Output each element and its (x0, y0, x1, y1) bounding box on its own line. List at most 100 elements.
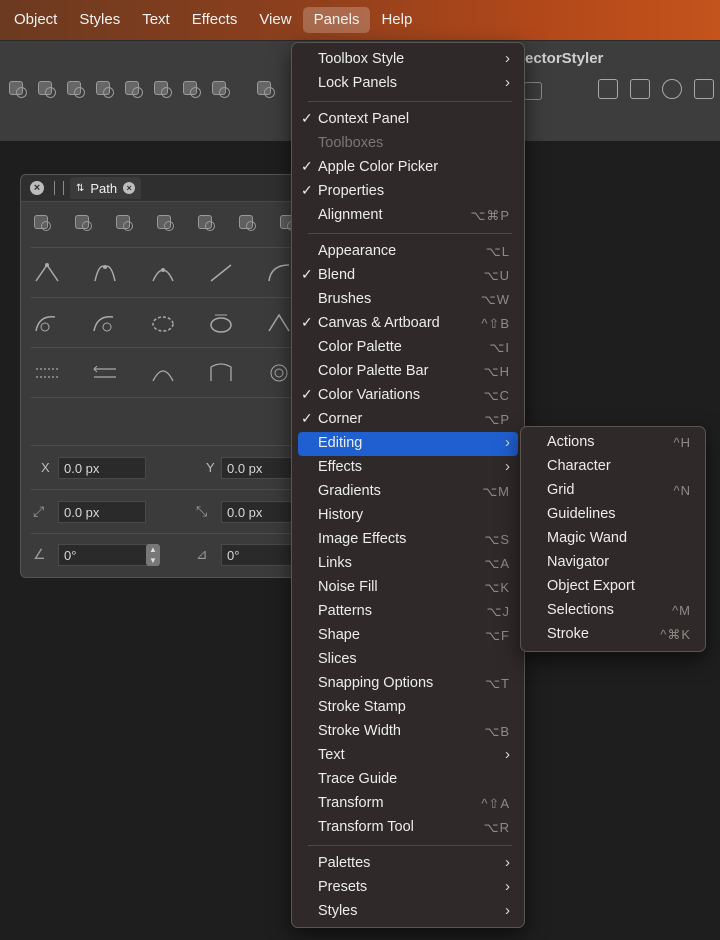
library-icon[interactable] (662, 79, 682, 99)
menu-item-shape[interactable]: Shape ⌥F (298, 624, 518, 648)
menu-item-palettes[interactable]: Palettes › (298, 852, 518, 876)
trim-icon[interactable] (238, 213, 258, 233)
add-node-icon[interactable] (91, 311, 119, 332)
menu-item-appearance[interactable]: Appearance ⌥L (298, 240, 518, 264)
menu-item-label: Magic Wand (547, 530, 628, 546)
menu-item-canvas-and-artboard[interactable]: ✓ Canvas & Artboard ^⇧B (298, 312, 518, 336)
menu-item-apple-color-picker[interactable]: ✓ Apple Color Picker (298, 156, 518, 180)
menu-item-patterns[interactable]: Patterns ⌥J (298, 600, 518, 624)
menu-item-brushes[interactable]: Brushes ⌥W (298, 288, 518, 312)
merge-icon[interactable] (182, 79, 202, 99)
divide-icon[interactable] (197, 213, 217, 233)
menu-item-stroke-width[interactable]: Stroke Width ⌥B (298, 720, 518, 744)
menu-item-stroke-stamp[interactable]: Stroke Stamp (298, 696, 518, 720)
close-tab-icon[interactable]: × (123, 182, 136, 194)
edit-icon[interactable] (598, 79, 618, 99)
menubar-object[interactable]: Object (0, 7, 68, 33)
menu-item-alignment[interactable]: Alignment ⌥⌘P (298, 204, 518, 228)
outline-icon[interactable] (256, 79, 276, 99)
align-icon[interactable] (694, 79, 714, 99)
union-icon[interactable] (8, 79, 28, 99)
submenu-item-object-export[interactable]: Object Export (527, 575, 699, 599)
x-field[interactable]: 0.0 px (58, 457, 146, 479)
menu-item-text[interactable]: Text › (298, 744, 518, 768)
curve-segment-icon[interactable] (265, 261, 293, 282)
divide-icon[interactable] (124, 79, 144, 99)
union-icon[interactable] (33, 213, 53, 233)
drag-handle[interactable] (54, 181, 64, 195)
menu-item-label: Trace Guide (318, 771, 398, 787)
reverse-path-icon[interactable] (91, 361, 119, 381)
menu-item-context-panel[interactable]: ✓ Context Panel (298, 108, 518, 132)
align-nodes-icon[interactable] (149, 361, 177, 382)
subtract-icon[interactable] (37, 79, 57, 99)
menubar-text[interactable]: Text (131, 7, 181, 33)
menu-item-color-palette[interactable]: Color Palette ⌥I (298, 336, 518, 360)
submenu-item-grid[interactable]: Grid ^N (527, 479, 699, 503)
menu-item-transform[interactable]: Transform ^⇧A (298, 792, 518, 816)
menu-item-styles[interactable]: Styles › (298, 900, 518, 924)
smooth-node-icon[interactable] (91, 261, 119, 282)
angle-field[interactable]: 0° (58, 544, 158, 566)
menubar-panels[interactable]: Panels (302, 7, 371, 33)
symmetric-node-icon[interactable] (149, 261, 177, 282)
intersect-icon[interactable] (66, 79, 86, 99)
split-path-icon[interactable] (265, 311, 293, 332)
spiral-icon[interactable] (265, 361, 293, 382)
angle-stepper[interactable]: ▲ ▼ (146, 544, 160, 566)
menu-item-image-effects[interactable]: Image Effects ⌥S (298, 528, 518, 552)
trim-icon[interactable] (153, 79, 173, 99)
menu-item-color-palette-bar[interactable]: Color Palette Bar ⌥H (298, 360, 518, 384)
menu-item-editing[interactable]: Editing › (298, 432, 518, 456)
remove-node-icon[interactable] (33, 311, 61, 332)
menu-item-history[interactable]: History (298, 504, 518, 528)
menu-item-links[interactable]: Links ⌥A (298, 552, 518, 576)
menu-item-blend[interactable]: ✓ Blend ⌥U (298, 264, 518, 288)
submenu-item-guidelines[interactable]: Guidelines (527, 503, 699, 527)
menubar-help[interactable]: Help (370, 7, 423, 33)
submenu-item-navigator[interactable]: Navigator (527, 551, 699, 575)
exclude-icon[interactable] (156, 213, 176, 233)
intersect-icon[interactable] (115, 213, 135, 233)
menu-item-snapping-options[interactable]: Snapping Options ⌥T (298, 672, 518, 696)
menu-item-properties[interactable]: ✓ Properties (298, 180, 518, 204)
menu-item-effects[interactable]: Effects › (298, 456, 518, 480)
menu-item-trace-guide[interactable]: Trace Guide (298, 768, 518, 792)
menu-item-label: Stroke (547, 626, 589, 642)
close-path-icon[interactable] (149, 311, 177, 332)
join-path-icon[interactable] (33, 361, 61, 381)
crop-icon[interactable] (211, 79, 231, 99)
menu-item-presets[interactable]: Presets › (298, 876, 518, 900)
menubar-effects[interactable]: Effects (181, 7, 249, 33)
close-icon[interactable]: × (30, 181, 44, 195)
menu-item-corner[interactable]: ✓ Corner ⌥P (298, 408, 518, 432)
menubar-view[interactable]: View (248, 7, 302, 33)
menu-item-transform-tool[interactable]: Transform Tool ⌥R (298, 816, 518, 840)
width-field[interactable]: 0.0 px (58, 501, 146, 523)
submenu-item-stroke[interactable]: Stroke ^⌘K (527, 623, 699, 647)
line-segment-icon[interactable] (207, 261, 235, 282)
tab-path[interactable]: ⇅ Path × (70, 177, 142, 199)
export-icon[interactable] (630, 79, 650, 99)
subtract-icon[interactable] (74, 213, 94, 233)
open-path-icon[interactable] (207, 311, 235, 333)
shortcut-label: ⌥I (489, 340, 510, 355)
distribute-nodes-icon[interactable] (207, 361, 235, 381)
submenu-item-character[interactable]: Character (527, 455, 699, 479)
menu-item-color-variations[interactable]: ✓ Color Variations ⌥C (298, 384, 518, 408)
size-row: ⤢ 0.0 px ⤡ 0.0 px (31, 489, 321, 534)
menu-item-gradients[interactable]: Gradients ⌥M (298, 480, 518, 504)
frame-icon[interactable] (524, 82, 542, 100)
menu-item-slices[interactable]: Slices (298, 648, 518, 672)
corner-node-icon[interactable] (33, 261, 61, 282)
height-icon: ⤡ (196, 503, 208, 519)
menubar-styles[interactable]: Styles (68, 7, 131, 33)
submenu-item-actions[interactable]: Actions ^H (527, 431, 699, 455)
submenu-item-magic-wand[interactable]: Magic Wand (527, 527, 699, 551)
menu-item-toolbox-style[interactable]: Toolbox Style › (298, 48, 518, 72)
menu-item-noise-fill[interactable]: Noise Fill ⌥K (298, 576, 518, 600)
menu-item-lock-panels[interactable]: Lock Panels › (298, 72, 518, 96)
shortcut-label: ⌥J (486, 604, 510, 619)
submenu-item-selections[interactable]: Selections ^M (527, 599, 699, 623)
exclude-icon[interactable] (95, 79, 115, 99)
